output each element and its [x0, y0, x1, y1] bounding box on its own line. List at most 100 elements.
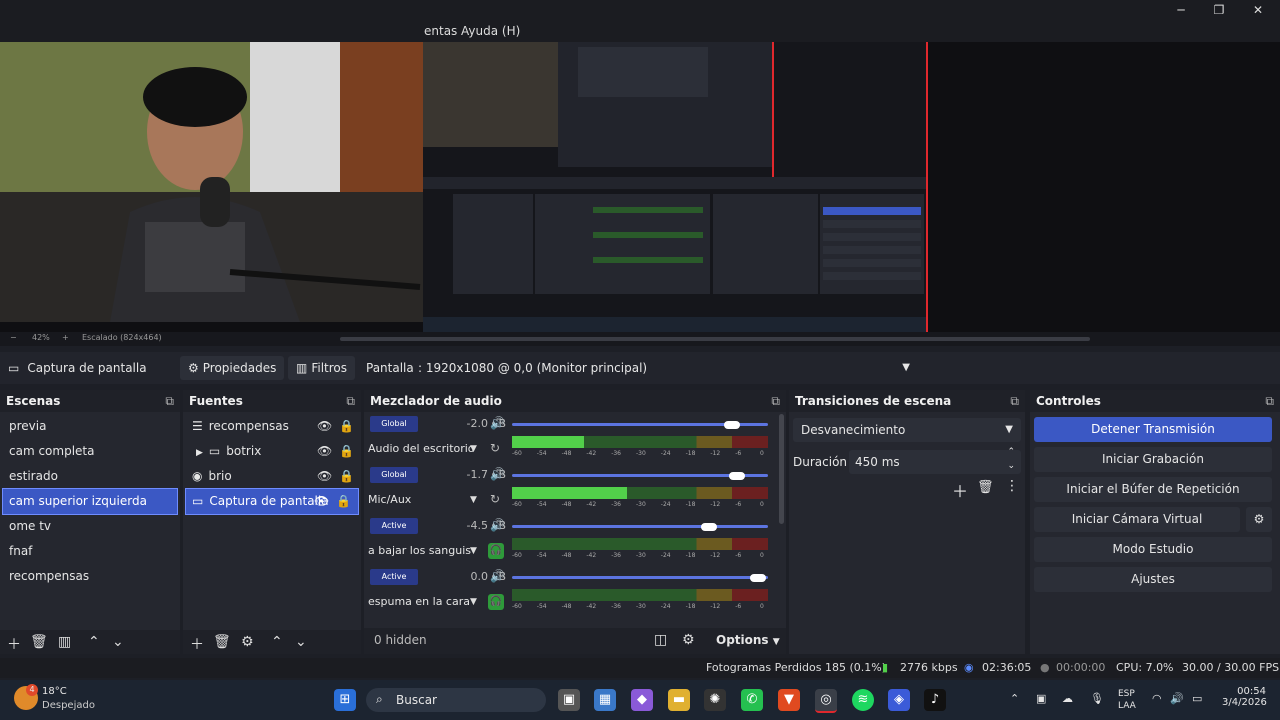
- eye-icon[interactable]: 👁: [317, 464, 332, 489]
- add-icon[interactable]: ＋: [952, 478, 968, 502]
- maximize-button[interactable]: ❐: [1206, 2, 1232, 18]
- obs-icon[interactable]: ◎: [815, 689, 837, 713]
- undock-icon[interactable]: ⧉: [1010, 390, 1019, 412]
- start-recording-button[interactable]: Iniciar Grabación: [1034, 447, 1272, 472]
- eye-icon[interactable]: 👁: [317, 414, 332, 439]
- lock-icon[interactable]: 🔒: [339, 439, 354, 464]
- undock-icon[interactable]: ⧉: [346, 390, 355, 412]
- tiktok-icon[interactable]: ♪: [924, 689, 946, 711]
- spin-down-icon[interactable]: ⌄: [1007, 460, 1015, 472]
- undock-icon[interactable]: ⧉: [1265, 390, 1274, 412]
- whatsapp-icon[interactable]: ✆: [741, 689, 763, 711]
- minimize-button[interactable]: ─: [1168, 2, 1194, 18]
- lock-icon[interactable]: 🔒: [336, 489, 351, 514]
- lock-icon[interactable]: 🔒: [339, 414, 354, 439]
- tray-app-icon[interactable]: ▣: [1036, 692, 1046, 705]
- down-arrow-icon[interactable]: ⌄: [295, 634, 307, 650]
- menu-tools[interactable]: entas: [424, 24, 457, 38]
- trash-icon[interactable]: 🗑: [30, 634, 48, 650]
- screen-select[interactable]: : 1920x1080 @ 0,0 (Monitor principal) ▼: [418, 356, 910, 380]
- chatgpt-icon[interactable]: ✺: [704, 689, 726, 711]
- source-item-botrix[interactable]: ▶ ▭ botrix 👁 🔒: [183, 439, 361, 464]
- add-icon[interactable]: ＋: [7, 634, 21, 654]
- mixer-scrollbar[interactable]: [779, 414, 784, 524]
- chevron-down-icon[interactable]: ▼: [470, 597, 477, 607]
- volume-icon[interactable]: 🔊: [1170, 692, 1184, 705]
- channel-badge[interactable]: Active: [370, 569, 418, 585]
- speaker-icon[interactable]: 🔊: [490, 569, 505, 583]
- spotify-icon[interactable]: ≋: [852, 689, 874, 711]
- volume-knob[interactable]: [729, 472, 746, 480]
- store-icon[interactable]: ▦: [594, 689, 616, 711]
- source-item-brio[interactable]: ◉ brio 👁 🔒: [183, 464, 361, 489]
- clock[interactable]: 00:54 3/4/2026: [1222, 686, 1267, 708]
- add-icon[interactable]: ＋: [190, 634, 204, 654]
- volume-slider[interactable]: [512, 576, 768, 579]
- scene-item-fnaf[interactable]: fnaf: [0, 539, 180, 564]
- options-button[interactable]: Options ▼: [716, 633, 780, 647]
- up-arrow-icon[interactable]: ⌃: [88, 634, 100, 650]
- transition-select[interactable]: Desvanecimiento ▼: [793, 418, 1021, 442]
- channel-badge[interactable]: Active: [370, 518, 418, 534]
- windows-start-icon[interactable]: ⊞: [334, 689, 356, 711]
- start-replay-buffer-button[interactable]: Iniciar el Búfer de Repetición: [1034, 477, 1272, 502]
- trash-icon[interactable]: 🗑: [977, 480, 994, 495]
- spin-up-icon[interactable]: ⌃: [1007, 446, 1015, 458]
- app-icon[interactable]: ◈: [888, 689, 910, 711]
- headphone-icon[interactable]: 🎧: [488, 594, 504, 610]
- channel-badge[interactable]: Global: [370, 416, 418, 432]
- up-arrow-icon[interactable]: ⌃: [271, 634, 283, 650]
- battery-icon[interactable]: ▭: [1192, 692, 1202, 705]
- preview-scrollbar[interactable]: [340, 337, 1090, 341]
- language-indicator[interactable]: ESP LAA: [1118, 688, 1136, 712]
- chevron-down-icon[interactable]: ▼: [470, 495, 477, 505]
- tray-cloud-icon[interactable]: ☁: [1062, 692, 1073, 705]
- preview-canvas[interactable]: [0, 42, 1280, 332]
- virtual-camera-settings-button[interactable]: ⚙: [1246, 507, 1272, 532]
- more-icon[interactable]: ⋮: [1005, 478, 1019, 494]
- scale-label[interactable]: Escalado (824x464): [82, 333, 162, 342]
- taskbar-search[interactable]: ⌕ Buscar: [366, 688, 546, 712]
- expand-icon[interactable]: ▶: [196, 448, 203, 458]
- speaker-icon[interactable]: 🔊: [490, 467, 505, 481]
- chevron-down-icon[interactable]: ▼: [470, 546, 477, 556]
- volume-slider[interactable]: [512, 525, 768, 528]
- eye-icon[interactable]: 👁: [317, 439, 332, 464]
- undock-icon[interactable]: ⧉: [771, 390, 780, 412]
- microphone-icon[interactable]: 🎙: [1090, 692, 1104, 705]
- chevron-up-icon[interactable]: ⌃: [1010, 692, 1019, 705]
- close-button[interactable]: ✕: [1245, 2, 1271, 18]
- zoom-in-button[interactable]: +: [62, 333, 69, 342]
- scene-item-estirado[interactable]: estirado: [0, 464, 180, 489]
- scene-item-cam-superior-izquierda[interactable]: cam superior izquierda: [2, 488, 178, 515]
- zoom-out-button[interactable]: −: [10, 333, 17, 342]
- down-arrow-icon[interactable]: ⌄: [112, 634, 124, 650]
- volume-knob[interactable]: [701, 523, 718, 531]
- scene-item-previa[interactable]: previa: [0, 414, 180, 439]
- lock-icon[interactable]: 🔒: [339, 464, 354, 489]
- task-view-icon[interactable]: ▣: [558, 689, 580, 711]
- undock-icon[interactable]: ⧉: [165, 390, 174, 412]
- scene-item-cam-completa[interactable]: cam completa: [0, 439, 180, 464]
- stop-streaming-button[interactable]: Detener Transmisión: [1034, 417, 1272, 442]
- gear-icon[interactable]: ⚙: [241, 634, 254, 650]
- volume-knob[interactable]: [724, 421, 741, 429]
- monitor-off-icon[interactable]: ↻: [490, 492, 500, 506]
- weather-temp[interactable]: 18°C: [42, 686, 67, 697]
- brave-icon[interactable]: ▼: [778, 689, 800, 711]
- source-item-recompensas[interactable]: ☰ recompensas 👁 🔒: [183, 414, 361, 439]
- headphone-icon[interactable]: 🎧: [488, 543, 504, 559]
- source-item-captura-de-pantalla[interactable]: ▭ Captura de pantalla 👁 🔒: [185, 488, 359, 515]
- filters-button[interactable]: ▥ Filtros: [288, 356, 356, 380]
- copilot-icon[interactable]: ◆: [631, 689, 653, 711]
- scene-item-recompensas[interactable]: recompensas: [0, 564, 180, 589]
- scene-item-ome-tv[interactable]: ome tv: [0, 514, 180, 539]
- layout-icon[interactable]: ◫: [654, 632, 667, 648]
- monitor-off-icon[interactable]: ↻: [490, 441, 500, 455]
- studio-mode-button[interactable]: Modo Estudio: [1034, 537, 1272, 562]
- file-explorer-icon[interactable]: ▬: [668, 689, 690, 711]
- duration-input[interactable]: 450 ms ⌃ ⌄: [849, 447, 1021, 474]
- menu-help[interactable]: Ayuda (H): [461, 24, 520, 38]
- trash-icon[interactable]: 🗑: [213, 634, 231, 650]
- wifi-icon[interactable]: ◠: [1152, 692, 1162, 705]
